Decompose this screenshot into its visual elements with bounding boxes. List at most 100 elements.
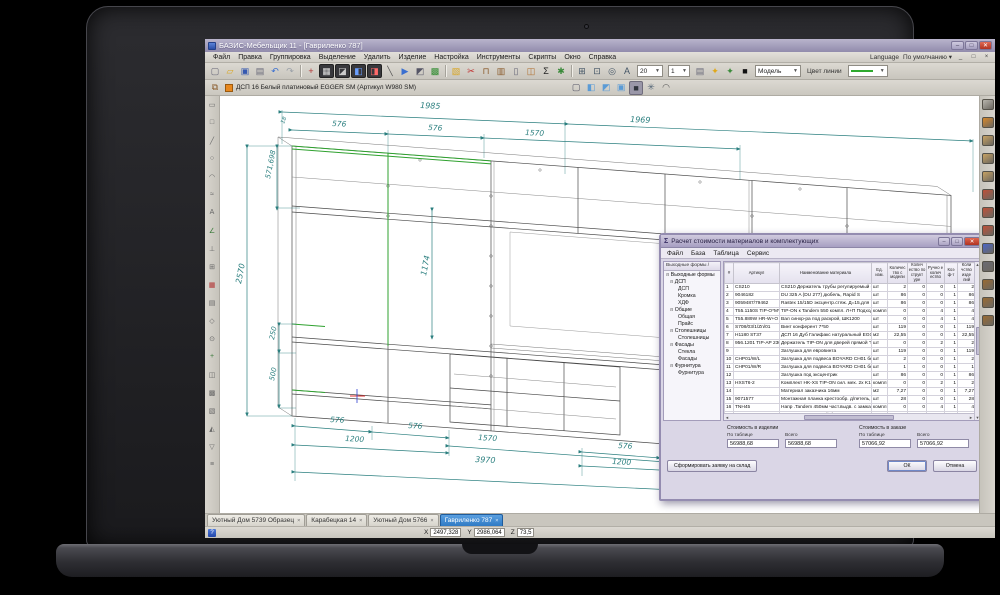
menu-правка[interactable]: Правка	[234, 54, 266, 61]
order-by-table-field[interactable]: 57066,92	[859, 439, 911, 448]
mirror-icon[interactable]: ▽	[206, 440, 218, 453]
column-header[interactable]: Ед. изм.	[872, 263, 888, 284]
printer-icon[interactable]: ▤	[693, 64, 707, 78]
tree-group-столешницы[interactable]: ⊟ Столешницы	[664, 328, 720, 334]
text-size-combo[interactable]: 20▼	[637, 65, 663, 77]
remove-panel-icon-2[interactable]	[982, 207, 994, 218]
table-row[interactable]: 16TNH45Напр .Tandem 450мм част.выдв. с з…	[725, 404, 976, 412]
model-swatch-icon[interactable]: ■	[738, 64, 752, 78]
spline-tool-icon[interactable]: ≈	[206, 188, 218, 201]
edit-cabinet-icon-1[interactable]	[982, 279, 994, 290]
dialog-minimize-button[interactable]: –	[938, 237, 950, 246]
menu-скрипты[interactable]: Скрипты	[524, 54, 560, 61]
table-row[interactable]: 13HXST6-2Комплект HK-XS TIP-ON сил. мех.…	[725, 380, 976, 388]
blue-cabinet-icon[interactable]	[982, 243, 994, 254]
paint-icon[interactable]: ✱	[554, 64, 568, 78]
hatch-icon[interactable]: ▦	[206, 278, 218, 291]
tree-item-фасады[interactable]: Фасады	[664, 356, 720, 362]
snowflake-icon[interactable]: ✳	[644, 81, 658, 95]
line-color-combo[interactable]: ▼	[848, 65, 888, 77]
table-row[interactable]: 7H1180 ST37ДСП 16 Дуб Галифакс натуральн…	[725, 332, 976, 340]
edit-cabinet-icon-2[interactable]	[982, 297, 994, 308]
column-header[interactable]: Наименование материала	[780, 263, 872, 284]
tree-group-дсп[interactable]: ⊟ ДСП	[664, 279, 720, 285]
material-swatch[interactable]	[225, 84, 233, 92]
tree-item-стекла[interactable]: Стекла	[664, 349, 720, 355]
move-tool-icon[interactable]: +	[304, 64, 318, 78]
mdi-minimize-button[interactable]: _	[956, 54, 965, 60]
shaded-cube-icon[interactable]: ◧	[584, 81, 598, 95]
menu-изделие[interactable]: Изделие	[395, 54, 431, 61]
materials-folder-icon[interactable]: ▧	[449, 64, 463, 78]
tab-гавриленко-787[interactable]: Гавриленко 787×	[440, 514, 504, 526]
tab-close-icon[interactable]: ×	[359, 518, 362, 524]
menu-справка[interactable]: Справка	[585, 54, 620, 61]
tree-item-общая[interactable]: Общая	[664, 314, 720, 320]
list-icon[interactable]: ≡	[206, 458, 218, 471]
circle-tool-icon[interactable]: ○	[206, 152, 218, 165]
maximize-button[interactable]: □	[965, 41, 978, 50]
column-header[interactable]: Ручно е колич ество	[927, 263, 945, 284]
panel-store-icon[interactable]	[982, 99, 994, 110]
table-row[interactable]: 10CHP01/W/LЗаглушка для подвеса BOYARD C…	[725, 356, 976, 364]
table-row[interactable]: 11CHP01/W/RЗаглушка для подвеса BOYARD C…	[725, 364, 976, 372]
column-header[interactable]: #	[725, 263, 734, 284]
close-button[interactable]: ✕	[979, 41, 992, 50]
tree-group-фурнитура[interactable]: ⊟ Фурнитура	[664, 363, 720, 369]
select-tool-icon[interactable]: ▭	[206, 98, 218, 111]
shade-icon[interactable]: ▧	[206, 404, 218, 417]
tree-item-прайс[interactable]: Прайс	[664, 321, 720, 327]
menu-инструменты[interactable]: Инструменты	[473, 54, 525, 61]
cabinet-orange-icon[interactable]	[982, 117, 994, 128]
undo-icon[interactable]: ↶	[268, 64, 282, 78]
line-tool-icon[interactable]: ╲	[383, 64, 397, 78]
tree-header[interactable]: Выходные формы /	[664, 262, 720, 271]
table-row[interactable]: 14Материал заказчика 16ммм27,270017,27	[725, 388, 976, 396]
tab-close-icon[interactable]: ×	[495, 518, 498, 524]
fragment-grid-icon[interactable]: ▦	[319, 64, 334, 78]
text-tool-icon[interactable]: A	[206, 206, 218, 219]
grid-snap-icon[interactable]: ⊞	[206, 260, 218, 273]
dialog-menu-таблица[interactable]: Таблица	[709, 250, 743, 257]
mdi-close-button[interactable]: ×	[982, 54, 991, 60]
tab-close-icon[interactable]: ×	[430, 518, 433, 524]
tree-item-хдф[interactable]: ХДФ	[664, 300, 720, 306]
arc-tool-icon[interactable]: ◠	[206, 170, 218, 183]
dialog-close-button[interactable]: ✕	[964, 237, 979, 246]
table-row[interactable]: 29046182DU 325 A (DU 277) дюбель, Rapid …	[725, 292, 976, 300]
tree-item-кромка[interactable]: Кромка	[664, 293, 720, 299]
mdi-restore-button[interactable]: □	[969, 54, 978, 60]
table-row[interactable]: 6S708/03/1/Zn/01Винт конферент 7*50шт119…	[725, 324, 976, 332]
tab-уютный-дом-5766[interactable]: Уютный Дом 5766×	[368, 514, 438, 526]
tree-group-общие[interactable]: ⊟ Общие	[664, 307, 720, 313]
angle-tool-icon[interactable]: ∠	[206, 224, 218, 237]
column-header[interactable]: Колич ество по структ уре	[908, 263, 927, 284]
solid-cube-icon[interactable]: ▣	[614, 81, 628, 95]
tree-item-столешницы[interactable]: Столешницы	[664, 335, 720, 341]
tab-карабецкая-14[interactable]: Карабецкая 14×	[306, 514, 367, 526]
dialog-menu-файл[interactable]: Файл	[663, 250, 687, 257]
remove-panel-icon-1[interactable]	[982, 189, 994, 200]
line-draw-icon[interactable]: ╱	[206, 134, 218, 147]
dialog-menu-сервис[interactable]: Сервис	[743, 250, 773, 257]
panel-tool-icon[interactable]: ◪	[335, 64, 350, 78]
panel-pair-icon[interactable]: ◫	[206, 368, 218, 381]
item-by-table-field[interactable]: 56988,68	[727, 439, 779, 448]
shelf-tool-icon-2[interactable]	[982, 153, 994, 164]
table-row[interactable]: 8956.1201 TIP-AP 230027Держатель TIP-ON …	[725, 340, 976, 348]
remove-panel-icon-3[interactable]	[982, 225, 994, 236]
half-cube-icon[interactable]: ◩	[599, 81, 613, 95]
fill-icon[interactable]: ▩	[206, 386, 218, 399]
save-all-icon[interactable]: ▤	[253, 64, 267, 78]
column-icon[interactable]: ▯	[509, 64, 523, 78]
triangle-icon[interactable]: ◭	[206, 422, 218, 435]
perpendicular-icon[interactable]: ⊥	[206, 242, 218, 255]
arc-icon[interactable]: ◠	[659, 81, 673, 95]
table-row[interactable]: 1CS210CS210 Держатель трубы регулируемый…	[725, 284, 976, 292]
edit-cabinet-icon-3[interactable]	[982, 315, 994, 326]
menu-настройка[interactable]: Настройка	[430, 54, 472, 61]
shelf-tool-icon-3[interactable]	[982, 171, 994, 182]
tree-group-фасады[interactable]: ⊟ Фасады	[664, 342, 720, 348]
tree-item-фурнитура[interactable]: Фурнитура	[664, 370, 720, 376]
select-arrow-icon[interactable]: ▶	[398, 64, 412, 78]
